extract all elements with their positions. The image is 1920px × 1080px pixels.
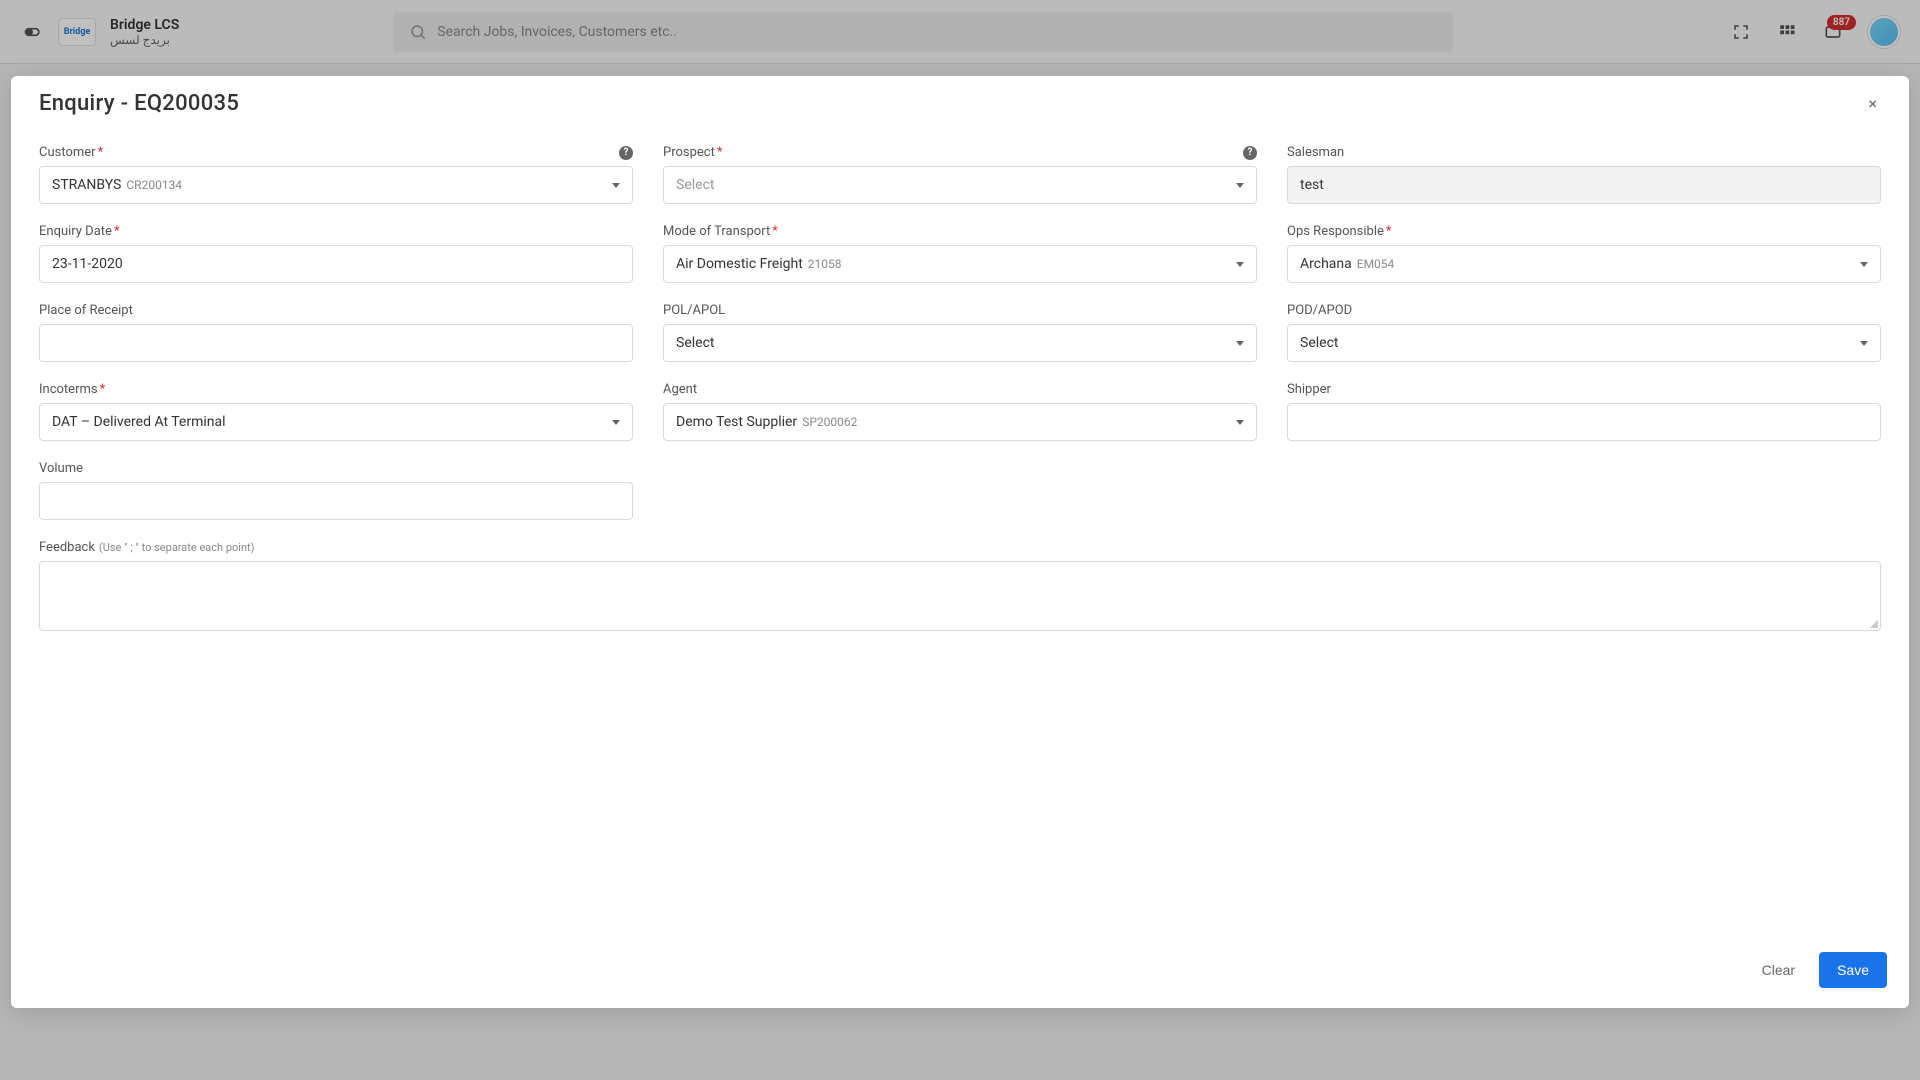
enquiry-date-label: Enquiry Date [39, 224, 112, 239]
salesman-field-group: Salesman test [1287, 145, 1881, 204]
required-mark: * [98, 145, 104, 160]
salesman-input: test [1287, 166, 1881, 204]
pol-apol-label: POL/APOL [663, 303, 725, 318]
clear-button[interactable]: Clear [1744, 952, 1813, 988]
incoterms-select[interactable]: DAT – Delivered At Terminal [39, 403, 633, 441]
pol-apol-select[interactable]: Select [663, 324, 1257, 362]
save-button[interactable]: Save [1819, 952, 1887, 988]
required-mark: * [772, 224, 778, 239]
required-mark: * [100, 382, 106, 397]
incoterms-label: Incoterms [39, 382, 98, 397]
mode-of-transport-field-group: Mode of Transport * Air Domestic Freight… [663, 224, 1257, 283]
chevron-down-icon [1236, 420, 1244, 425]
help-icon[interactable]: ? [619, 146, 633, 160]
feedback-hint: (Use " ; " to separate each point) [99, 541, 255, 554]
volume-label: Volume [39, 461, 83, 476]
ops-responsible-label: Ops Responsible [1287, 224, 1384, 239]
customer-select[interactable]: STRANBYS CR200134 [39, 166, 633, 204]
salesman-label: Salesman [1287, 145, 1344, 160]
modal-body: Customer * ? STRANBYS CR200134 Prospect … [11, 127, 1909, 938]
incoterms-field-group: Incoterms * DAT – Delivered At Terminal [39, 382, 633, 441]
ops-responsible-select[interactable]: Archana EM054 [1287, 245, 1881, 283]
shipper-input[interactable] [1287, 403, 1881, 441]
agent-label: Agent [663, 382, 697, 397]
customer-field-group: Customer * ? STRANBYS CR200134 [39, 145, 633, 204]
pod-apod-select[interactable]: Select [1287, 324, 1881, 362]
mode-of-transport-select[interactable]: Air Domestic Freight 21058 [663, 245, 1257, 283]
place-of-receipt-field-group: Place of Receipt [39, 303, 633, 362]
required-mark: * [114, 224, 120, 239]
chevron-down-icon [1236, 262, 1244, 267]
customer-label: Customer [39, 145, 96, 160]
feedback-field-group: Feedback (Use " ; " to separate each poi… [39, 540, 1881, 631]
chevron-down-icon [1860, 341, 1868, 346]
feedback-textarea[interactable] [39, 561, 1881, 631]
shipper-field-group: Shipper [1287, 382, 1881, 441]
volume-field-group: Volume [39, 461, 633, 520]
required-mark: * [1386, 224, 1392, 239]
prospect-select[interactable]: Select [663, 166, 1257, 204]
feedback-label: Feedback [39, 540, 95, 555]
shipper-label: Shipper [1287, 382, 1331, 397]
chevron-down-icon [1236, 183, 1244, 188]
modal-footer: Clear Save [11, 938, 1909, 1008]
pod-apod-field-group: POD/APOD Select [1287, 303, 1881, 362]
ops-responsible-field-group: Ops Responsible * Archana EM054 [1287, 224, 1881, 283]
close-icon[interactable]: × [1860, 90, 1885, 117]
enquiry-date-input[interactable]: 23-11-2020 [39, 245, 633, 283]
pod-apod-label: POD/APOD [1287, 303, 1352, 318]
volume-input[interactable] [39, 482, 633, 520]
prospect-field-group: Prospect * ? Select [663, 145, 1257, 204]
required-mark: * [717, 145, 723, 160]
chevron-down-icon [612, 183, 620, 188]
agent-select[interactable]: Demo Test Supplier SP200062 [663, 403, 1257, 441]
chevron-down-icon [1860, 262, 1868, 267]
pol-apol-field-group: POL/APOL Select [663, 303, 1257, 362]
chevron-down-icon [1236, 341, 1244, 346]
enquiry-date-field-group: Enquiry Date * 23-11-2020 [39, 224, 633, 283]
modal-header: Enquiry - EQ200035 × [11, 76, 1909, 127]
mode-of-transport-label: Mode of Transport [663, 224, 770, 239]
agent-field-group: Agent Demo Test Supplier SP200062 [663, 382, 1257, 441]
chevron-down-icon [612, 420, 620, 425]
help-icon[interactable]: ? [1243, 146, 1257, 160]
place-of-receipt-input[interactable] [39, 324, 633, 362]
place-of-receipt-label: Place of Receipt [39, 303, 133, 318]
enquiry-modal: Enquiry - EQ200035 × Customer * ? STRANB… [11, 76, 1909, 1008]
prospect-label: Prospect [663, 145, 715, 160]
modal-title: Enquiry - EQ200035 [39, 91, 239, 116]
